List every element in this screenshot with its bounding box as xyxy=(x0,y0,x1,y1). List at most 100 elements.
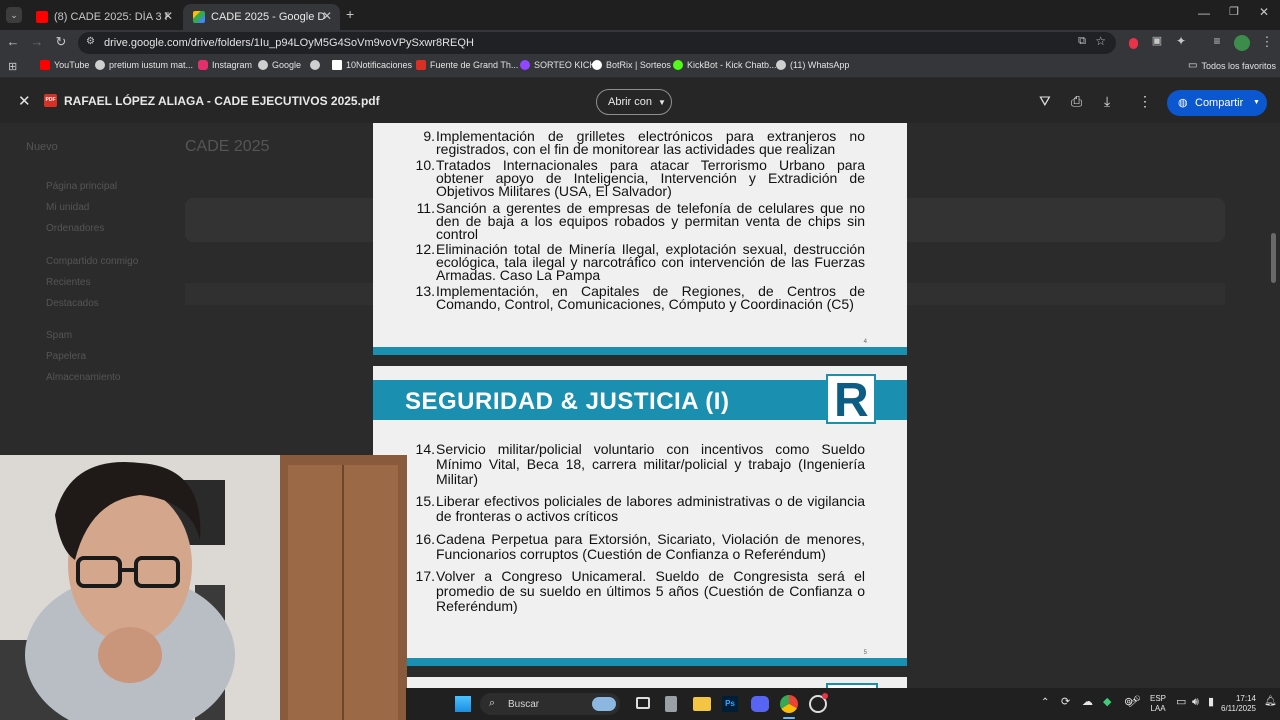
all-favorites-folder[interactable]: ▭ Todos los favoritos xyxy=(1188,60,1276,71)
taskbar-search[interactable]: ⌕ Buscar xyxy=(480,693,620,715)
record-icon[interactable] xyxy=(1129,38,1138,49)
kick-icon xyxy=(520,60,530,70)
bookmark-10notificaciones[interactable]: 10Notificaciones xyxy=(332,60,412,70)
sidebar-item: Mi unidad xyxy=(46,202,90,213)
close-window-button[interactable]: ✕ xyxy=(1259,5,1269,19)
profile-avatar[interactable] xyxy=(1234,35,1250,51)
chrome-active-indicator xyxy=(783,717,795,719)
print-icon[interactable]: ⎙ xyxy=(1071,93,1082,110)
address-bar[interactable]: ⚙ drive.google.com/drive/folders/1Iu_p94… xyxy=(78,32,1116,54)
sidebar-item: Spam xyxy=(46,330,73,341)
bookmark-youtube[interactable]: YouTube xyxy=(40,60,89,70)
sidebar-item: Ordenadores xyxy=(46,223,105,234)
list-item: 15. Liberar efectivos policiales de labor… xyxy=(413,494,865,525)
pdf-page: 9. Implementación de grilletes electrónic… xyxy=(373,123,907,355)
instagram-icon xyxy=(198,60,208,70)
close-tab-icon[interactable]: ✕ xyxy=(163,9,173,23)
extensions-puzzle-icon[interactable]: ✦ xyxy=(1172,34,1190,48)
bookmark-grand-theft[interactable]: Fuente de Grand Th... xyxy=(416,60,518,70)
reload-icon[interactable]: ↻ xyxy=(52,34,70,50)
item-text: Sanción a gerentes de empresas de telefo… xyxy=(436,200,865,242)
tab-google-drive[interactable]: CADE 2025 - Google Drive ✕ xyxy=(183,4,340,30)
list-item: 14. Servicio militar/policial voluntario … xyxy=(413,442,865,488)
viewer-header: ✕ PDF RAFAEL LÓPEZ ALIAGA - CADE EJECUTI… xyxy=(0,78,1280,123)
item-text: Volver a Congreso Unicameral. Sueldo de … xyxy=(436,568,865,614)
windows-start-icon[interactable] xyxy=(455,696,471,712)
reading-list-icon[interactable]: ≡ xyxy=(1208,34,1226,48)
clock[interactable]: 17:14 6/11/2025 xyxy=(1216,694,1256,714)
minimize-button[interactable]: — xyxy=(1198,6,1210,20)
bookmark-star-icon[interactable]: ☆ xyxy=(1095,34,1106,48)
new-tab-button[interactable]: + xyxy=(346,6,354,22)
bookmark-whatsapp[interactable]: (11) WhatsApp xyxy=(776,60,849,70)
photoshop-icon[interactable]: Ps xyxy=(722,696,738,712)
webcam-overlay xyxy=(0,455,407,720)
install-app-icon[interactable]: ⧉ xyxy=(1078,35,1086,48)
language-indicator[interactable]: ESP LAA xyxy=(1150,694,1166,714)
add-shortcut-icon[interactable]: ⛛ xyxy=(1039,93,1051,110)
bookmark-google[interactable]: Google xyxy=(258,60,301,70)
section-title: SEGURIDAD & JUSTICIA (I) xyxy=(405,388,730,415)
show-hidden-icons[interactable]: ⌃ xyxy=(1041,698,1049,708)
share-button[interactable]: ◍ Compartir ▼ xyxy=(1167,90,1267,116)
security-icon[interactable]: ◆ xyxy=(1103,697,1111,708)
open-with-button[interactable]: Abrir con ▼ xyxy=(596,89,672,115)
webcam-feed xyxy=(0,455,407,720)
close-viewer-icon[interactable]: ✕ xyxy=(18,92,31,110)
bookmark-kickbot[interactable]: KickBot - Kick Chatb... xyxy=(673,60,777,70)
google-icon xyxy=(95,60,105,70)
bookmark-globe[interactable] xyxy=(310,60,324,70)
item-text: Eliminación total de Minería Ilegal, exp… xyxy=(436,241,865,283)
more-options-icon[interactable]: ⋮ xyxy=(1138,93,1152,110)
share-dropdown-icon[interactable]: ▼ xyxy=(1253,99,1260,106)
open-with-label: Abrir con xyxy=(608,96,653,108)
network-icon[interactable]: ▭ xyxy=(1176,697,1186,708)
item-number: 10. xyxy=(415,157,435,173)
whatsapp-icon xyxy=(776,60,786,70)
tab-title: CADE 2025 - Google Drive xyxy=(211,11,326,23)
battery-icon[interactable]: ▮ xyxy=(1208,697,1214,708)
site-info-icon[interactable]: ⚙ xyxy=(86,36,95,47)
botrix-icon xyxy=(592,60,602,70)
youtube-icon xyxy=(36,11,48,23)
back-icon[interactable]: ← xyxy=(4,34,22,49)
sync-icon[interactable]: ⟳ xyxy=(1061,697,1070,708)
bookmark-label: Google xyxy=(272,60,302,70)
item-number: 14. xyxy=(415,441,435,457)
file-explorer-icon[interactable] xyxy=(693,697,711,711)
discord-icon[interactable] xyxy=(751,696,769,712)
forward-icon[interactable]: → xyxy=(28,34,46,49)
item-number: 9. xyxy=(423,128,435,144)
item-text: Implementación, en Capitales de Regiones… xyxy=(436,283,865,312)
download-icon[interactable]: ⤓ xyxy=(1104,93,1110,110)
bookmark-label: Instagram xyxy=(212,60,253,70)
list-item: 12. Eliminación total de Minería Ilegal, … xyxy=(413,241,865,283)
cloud-icon[interactable]: ☁ xyxy=(1082,697,1093,708)
tab-search-button[interactable]: ⌄ xyxy=(6,7,22,23)
item-text: Cadena Perpetua para Extorsión, Sicariat… xyxy=(436,531,865,562)
microphone-icon[interactable]: 🎤︎ xyxy=(1127,697,1141,708)
page-number: 4 xyxy=(863,339,867,345)
bookmark-pretium[interactable]: pretium iustum mat... xyxy=(95,60,193,70)
bookmark-instagram[interactable]: Instagram xyxy=(198,60,252,70)
tab-strip: ⌄ (8) CADE 2025: DÍA 3 Rafael Ló ✕ CADE … xyxy=(0,0,1280,30)
search-highlight-icon xyxy=(592,697,616,711)
scrollbar-thumb[interactable] xyxy=(1271,233,1276,283)
app-icon[interactable] xyxy=(665,696,677,712)
chrome-icon[interactable] xyxy=(780,695,798,713)
language-bottom: LAA xyxy=(1150,704,1166,713)
menu-kebab-icon[interactable]: ⋮ xyxy=(1258,34,1276,50)
item-text: Tratados Internacionales para atacar Ter… xyxy=(436,157,865,199)
volume-icon[interactable]: 🔊︎ xyxy=(1192,697,1199,708)
tab-youtube[interactable]: (8) CADE 2025: DÍA 3 Rafael Ló ✕ xyxy=(26,4,181,30)
notifications-icon[interactable]: 🔔︎ xyxy=(1264,697,1277,707)
close-tab-icon[interactable]: ✕ xyxy=(322,9,332,23)
bookmark-sorteo-kick[interactable]: SORTEO KICK xyxy=(520,60,595,70)
search-icon: ⌕ xyxy=(489,697,496,709)
restore-button[interactable]: ❐ xyxy=(1229,5,1239,18)
tab-title: (8) CADE 2025: DÍA 3 Rafael Ló xyxy=(54,11,169,23)
task-view-icon[interactable] xyxy=(636,697,650,709)
bookmark-botrix[interactable]: BotRix | Sorteos xyxy=(592,60,671,70)
extension-icon[interactable]: ▣ xyxy=(1148,34,1166,47)
apps-grid-icon[interactable]: ⊞ xyxy=(8,60,17,73)
